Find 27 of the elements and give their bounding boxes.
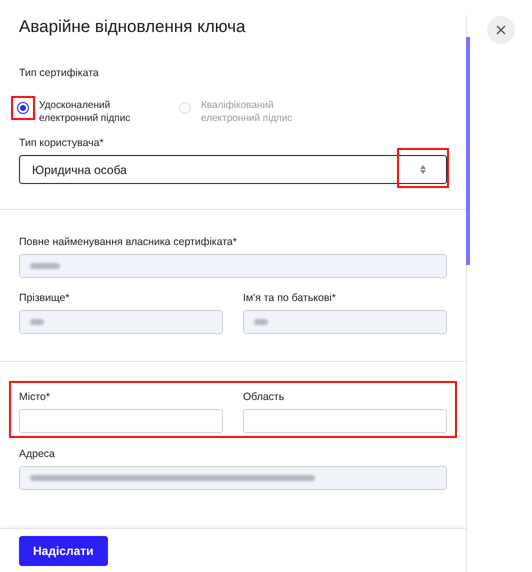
radio-button[interactable] bbox=[17, 102, 29, 114]
submit-button[interactable]: Надіслати bbox=[19, 536, 108, 566]
input-field[interactable] bbox=[243, 310, 447, 334]
field-label: Повне найменування власника сертифіката* bbox=[19, 236, 238, 249]
input-field[interactable] bbox=[19, 310, 223, 334]
redacted-value-drawing bbox=[30, 317, 44, 327]
field-label: Місто* bbox=[19, 391, 51, 404]
radio-label: Кваліфікований електронний підпис bbox=[201, 99, 294, 125]
field-label: Тип користувача* bbox=[19, 137, 105, 150]
input-field[interactable] bbox=[243, 409, 447, 433]
scrollbar-thumb[interactable] bbox=[466, 37, 470, 265]
redacted-value-drawing bbox=[30, 261, 60, 271]
radio-label: Удосконалений електронний підпис bbox=[39, 99, 132, 125]
close-icon bbox=[496, 25, 506, 35]
sort-arrows-icon bbox=[420, 165, 426, 174]
redacted-value-drawing bbox=[254, 317, 268, 327]
user-type-select[interactable]: Юридична особа bbox=[19, 155, 447, 184]
section-label: Тип сертифіката bbox=[19, 67, 100, 80]
input-field[interactable] bbox=[19, 409, 223, 433]
input-field[interactable] bbox=[19, 254, 447, 278]
field-label: Ім'я та по батькові* bbox=[243, 292, 337, 305]
input-field[interactable] bbox=[19, 466, 447, 490]
close-button[interactable] bbox=[487, 16, 515, 44]
field-label: Прізвище* bbox=[19, 292, 70, 305]
field-label: Область bbox=[243, 391, 286, 404]
field-label: Адреса bbox=[19, 448, 56, 461]
dialog-title: Аварійне відновлення ключа bbox=[19, 16, 246, 38]
